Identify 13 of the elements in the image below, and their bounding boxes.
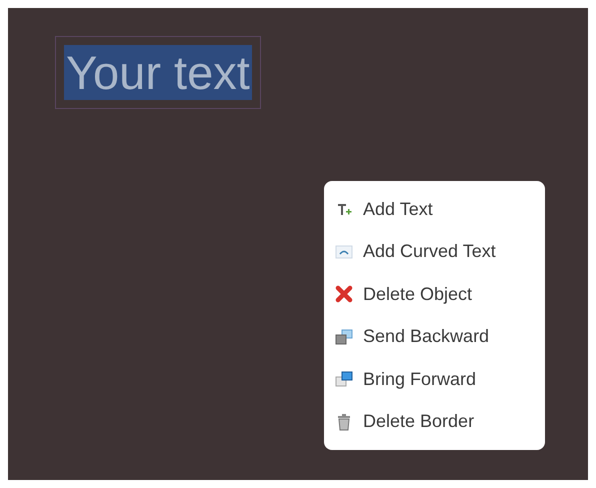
text-object[interactable]: Your text: [64, 45, 252, 100]
text-object-frame[interactable]: Your text: [55, 36, 261, 109]
menu-item[interactable]: Send Backward: [324, 316, 545, 357]
layers-icon: [335, 328, 353, 346]
trash-icon: [335, 412, 353, 431]
menu-item[interactable]: Delete Object: [324, 274, 545, 314]
layers-icon: [335, 370, 353, 388]
curve-icon: [335, 242, 353, 261]
menu-item[interactable]: Delete Border: [324, 402, 545, 442]
menu-item[interactable]: Add Curved Text: [324, 232, 545, 272]
menu-item[interactable]: Add Text: [324, 189, 545, 229]
cross-icon: [335, 285, 353, 304]
menu-item[interactable]: Bring Forward: [324, 359, 545, 400]
